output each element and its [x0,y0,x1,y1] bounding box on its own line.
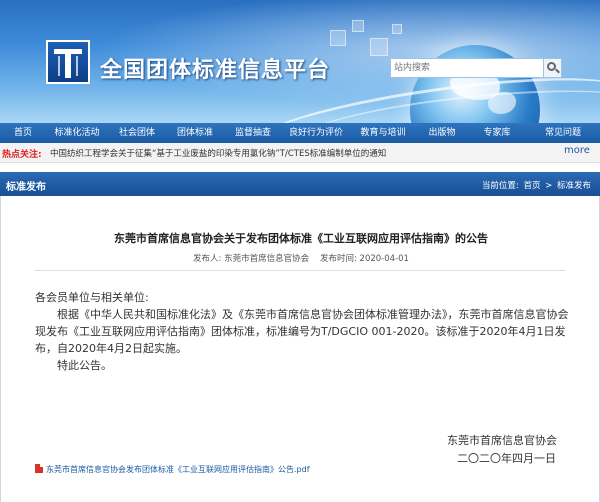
hot-topics-label: 热点关注: [2,150,42,160]
pdf-file-icon [35,464,43,473]
article-meta: 发布人: 东莞市首席信息官协会 发布时间: 2020-04-01 [1,252,600,264]
site-logo-icon[interactable] [46,40,90,84]
main-nav: 首页 标准化活动 社会团体 团体标准 监督抽查 良好行为评价 教育与培训 出版物… [0,123,600,143]
article-salutation: 各会员单位与相关单位: [35,291,149,304]
nav-item-experts[interactable]: 专家库 [468,123,526,143]
search-icon-handle [555,68,560,74]
search-box [390,58,562,78]
breadcrumb: 当前位置: 首页 > 标准发布 [481,179,592,191]
breadcrumb-separator: > [545,181,553,191]
signature-date: 二〇二〇年四月一日 [457,452,556,465]
nav-item-inspection[interactable]: 监督抽查 [224,123,282,143]
article-paragraph: 根据《中华人民共和国标准化法》及《东莞市首席信息官协会团体标准管理办法》，东莞市… [35,308,569,355]
more-link[interactable]: more [564,145,590,156]
search-button[interactable] [543,59,561,77]
nav-item-standardization[interactable]: 标准化活动 [46,123,108,143]
publish-time-value: 2020-04-01 [359,254,409,264]
breadcrumb-prefix: 当前位置: [481,181,519,191]
search-input[interactable] [391,59,543,77]
article-container: 东莞市首席信息官协会关于发布团体标准《工业互联网应用评估指南》的公告 发布人: … [0,196,600,502]
article-body: 各会员单位与相关单位: 根据《中华人民共和国标准化法》及《东莞市首席信息官协会团… [35,289,569,374]
nav-item-faq[interactable]: 常见问题 [526,123,600,143]
breadcrumb-home[interactable]: 首页 [523,181,540,191]
nav-item-organizations[interactable]: 社会团体 [108,123,166,143]
signature-organization: 东莞市首席信息官协会 [447,434,557,447]
nav-item-training[interactable]: 教育与培训 [350,123,416,143]
nav-item-evaluation[interactable]: 良好行为评价 [282,123,350,143]
publisher-value: 东莞市首席信息官协会 [224,254,310,264]
hot-topics-bar: 热点关注: 中国纺织工程学会关于征集“基于工业废盐的印染专用氯化钠”T/CTES… [0,143,600,163]
attachment-filename[interactable]: 东莞市首席信息官协会发布团体标准《工业互联网应用评估指南》公告.pdf [46,465,310,474]
site-title[interactable]: 全国团体标准信息平台 [100,52,330,84]
article-closing: 特此公告。 [57,359,112,372]
section-header: 标准发布 当前位置: 首页 > 标准发布 [0,172,600,196]
hot-topic-link[interactable]: 中国纺织工程学会关于征集“基于工业废盐的印染专用氯化钠”T/CTES标准编制单位… [50,147,386,159]
publish-time-label: 发布时间: [319,254,357,264]
article-title: 东莞市首席信息官协会关于发布团体标准《工业互联网应用评估指南》的公告 [114,232,488,245]
nav-item-group-standards[interactable]: 团体标准 [166,123,224,143]
attachment-link[interactable]: 东莞市首席信息官协会发布团体标准《工业互联网应用评估指南》公告.pdf [35,464,310,475]
breadcrumb-current[interactable]: 标准发布 [557,181,591,191]
nav-item-publications[interactable]: 出版物 [416,123,468,143]
publisher-label: 发布人: [193,254,222,264]
nav-item-home[interactable]: 首页 [0,123,46,143]
site-banner: 全国团体标准信息平台 [0,0,600,123]
meta-divider [35,270,565,271]
section-title: 标准发布 [6,182,46,193]
